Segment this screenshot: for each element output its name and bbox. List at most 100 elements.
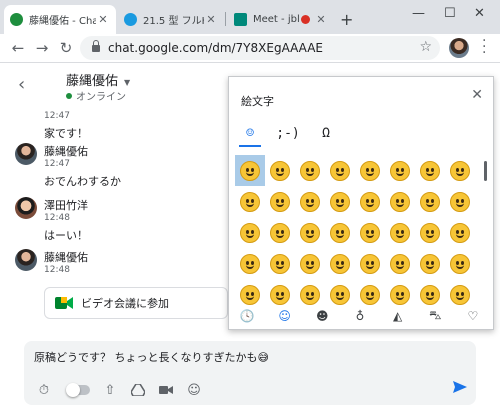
tab-kaomoji[interactable]: ;-)	[276, 123, 299, 143]
emoji-cell[interactable]	[415, 248, 445, 279]
emoji-cell[interactable]	[235, 186, 265, 217]
emoji-cell[interactable]	[385, 186, 415, 217]
emoji-cell[interactable]	[325, 155, 355, 186]
emoji-cell[interactable]	[235, 155, 265, 186]
emoji-face-icon	[270, 160, 290, 181]
emoji-cell[interactable]	[385, 217, 415, 248]
message-input[interactable]: 原稿どうです？ ちょっと長くなりすぎたかも😅	[34, 349, 269, 365]
tab-chat[interactable]: 藤縄優佑 - Cha ✕	[4, 5, 116, 34]
emoji-cell[interactable]	[325, 217, 355, 248]
emoji-cell[interactable]	[265, 155, 295, 186]
emoji-face-icon	[270, 191, 290, 212]
emoji-cell[interactable]	[295, 248, 325, 279]
emoji-cell[interactable]	[325, 186, 355, 217]
emoji-cell[interactable]	[325, 279, 355, 310]
emoji-face-icon	[450, 222, 470, 243]
tab-title: 21.5 型 フルHD	[143, 16, 204, 27]
emoji-cell[interactable]	[445, 248, 475, 279]
emoji-cell[interactable]	[415, 279, 445, 310]
clock-icon[interactable]: 🕓	[237, 307, 257, 325]
message-compose-box[interactable]: 原稿どうです？ ちょっと長くなりすぎたかも😅 ⏱ ⇧ ☺	[24, 341, 476, 405]
drive-icon[interactable]	[130, 382, 146, 398]
avatar[interactable]	[15, 197, 37, 219]
join-video-meeting-card[interactable]: ビデオ会議に参加	[44, 287, 228, 319]
emoji-cell[interactable]	[265, 279, 295, 310]
back-icon[interactable]: ‹	[18, 74, 25, 95]
emoji-face-icon	[420, 253, 440, 274]
emoji-cell[interactable]	[385, 248, 415, 279]
emoji-cell[interactable]	[235, 248, 265, 279]
balloon-icon[interactable]: ♁	[350, 307, 370, 325]
emoji-cell[interactable]	[385, 279, 415, 310]
close-icon[interactable]: ✕	[96, 13, 110, 26]
emoji-cell[interactable]	[355, 155, 385, 186]
emoji-face-icon	[360, 160, 380, 181]
emoji-face-icon	[420, 160, 440, 181]
maximize-icon[interactable]: ☐	[444, 6, 456, 21]
history-toggle[interactable]	[66, 383, 90, 397]
minimize-icon[interactable]: —	[412, 6, 425, 21]
emoji-face-icon	[420, 191, 440, 212]
emoji-cell[interactable]	[235, 217, 265, 248]
emoji-face-icon	[330, 222, 350, 243]
emoji-cell[interactable]	[325, 248, 355, 279]
avatar[interactable]	[15, 249, 37, 271]
menu-dots-icon[interactable]: · · ·	[482, 34, 490, 60]
profile-avatar[interactable]	[449, 38, 469, 58]
emoji-cell[interactable]	[295, 155, 325, 186]
url-text: chat.google.com/dm/7Y8XEgAAAAE	[108, 41, 323, 55]
emoji-cell[interactable]	[265, 186, 295, 217]
history-toggle-icon[interactable]: ⏱	[36, 382, 52, 398]
emoji-face-icon	[240, 253, 260, 274]
emoji-cell[interactable]	[445, 186, 475, 217]
caret-down-icon: ▼	[124, 78, 131, 87]
emoji-cell[interactable]	[355, 279, 385, 310]
emoji-cell[interactable]	[295, 186, 325, 217]
emoji-cell[interactable]	[265, 248, 295, 279]
emoji-cell[interactable]	[295, 279, 325, 310]
scrollbar[interactable]	[484, 161, 487, 181]
tab-symbols[interactable]: Ω	[315, 123, 337, 143]
emoji-cell[interactable]	[415, 217, 445, 248]
bookmark-star-icon[interactable]: ☆	[419, 39, 432, 55]
tab-meet[interactable]: Meet - jbl ✕	[228, 5, 334, 34]
send-icon[interactable]	[452, 379, 468, 395]
emoji-category-bar: 🕓 ☺ ☻ ♁ ◭ ⛍ ♡	[237, 307, 483, 325]
smiley-icon[interactable]: ☺	[275, 307, 295, 325]
emoji-cell[interactable]	[385, 155, 415, 186]
emoji-cell[interactable]	[235, 279, 265, 310]
heart-icon[interactable]: ♡	[463, 307, 483, 325]
emoji-cell[interactable]	[445, 217, 475, 248]
close-window-icon[interactable]: ✕	[474, 6, 485, 21]
person-icon[interactable]: ☻	[312, 307, 332, 325]
close-icon[interactable]: ✕	[314, 13, 328, 26]
emoji-cell[interactable]	[295, 217, 325, 248]
tab-emoji[interactable]: ☺	[239, 123, 261, 143]
emoji-cell[interactable]	[415, 186, 445, 217]
contact-name[interactable]: 藤縄優佑 ▼	[66, 70, 130, 89]
emoji-face-icon	[300, 191, 320, 212]
reload-icon[interactable]: ↻	[56, 38, 76, 58]
emoji-cell[interactable]	[265, 217, 295, 248]
upload-icon[interactable]: ⇧	[102, 382, 118, 398]
emoji-cell[interactable]	[415, 155, 445, 186]
emoji-cell[interactable]	[355, 186, 385, 217]
avatar[interactable]	[15, 143, 37, 165]
emoji-icon[interactable]: ☺	[186, 382, 202, 398]
emoji-cell[interactable]	[445, 279, 475, 310]
tab-product[interactable]: 21.5 型 フルHD ✕	[118, 5, 224, 34]
close-icon[interactable]: ✕	[471, 87, 483, 103]
address-bar[interactable]: chat.google.com/dm/7Y8XEgAAAAE ☆	[80, 36, 440, 60]
emoji-cell[interactable]	[355, 217, 385, 248]
browser-toolbar: ← → ↻ chat.google.com/dm/7Y8XEgAAAAE ☆ ·…	[0, 34, 500, 62]
close-icon[interactable]: ✕	[204, 13, 218, 26]
back-arrow-icon[interactable]: ←	[8, 38, 28, 58]
emoji-cell[interactable]	[445, 155, 475, 186]
emoji-cell[interactable]	[355, 248, 385, 279]
emoji-face-icon	[270, 253, 290, 274]
new-tab-button[interactable]: +	[340, 10, 353, 29]
forward-arrow-icon[interactable]: →	[32, 38, 52, 58]
car-icon[interactable]: ⛍	[425, 307, 445, 325]
meet-video-icon[interactable]	[158, 382, 174, 398]
pizza-icon[interactable]: ◭	[388, 307, 408, 325]
